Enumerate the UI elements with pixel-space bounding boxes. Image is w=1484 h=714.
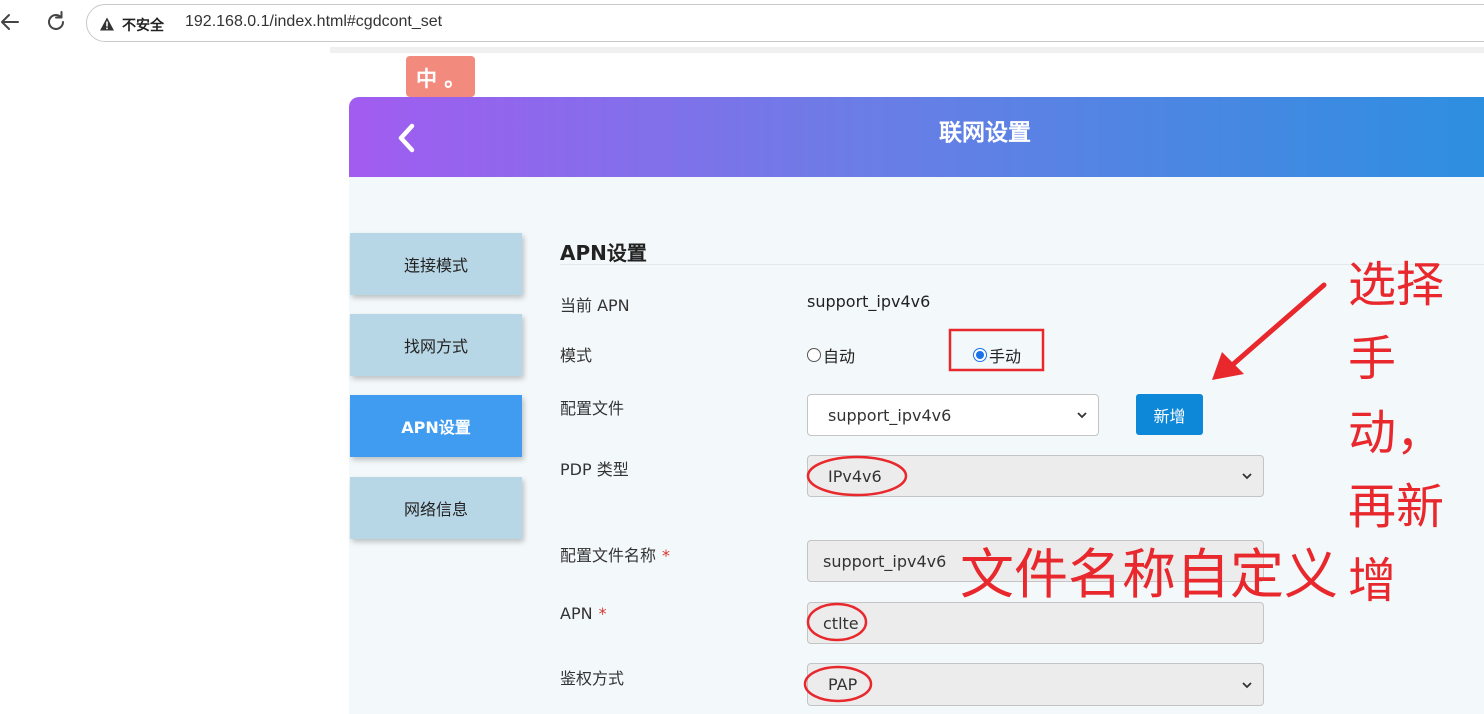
profile-name-input[interactable]: support_ipv4v6 <box>807 540 1264 582</box>
mode-label: 模式 <box>560 346 593 365</box>
section-title: APN设置 <box>560 241 647 265</box>
apn-input[interactable]: ctlte <box>807 602 1264 644</box>
current-apn-label: 当前 APN <box>560 296 630 315</box>
language-badge[interactable]: 中 。 <box>406 56 475 97</box>
page-top-strip <box>330 47 1484 53</box>
auth-value: PAP <box>828 675 858 694</box>
settings-content: 连接模式 找网方式 APN设置 网络信息 APN设置 当前 APN suppor… <box>349 177 1484 714</box>
insecure-label[interactable]: 不安全 <box>122 15 164 35</box>
browser-toolbar: 不安全 192.168.0.1/index.html#cgdcont_set <box>0 0 1484 46</box>
auth-label: 鉴权方式 <box>560 669 625 688</box>
sidebar-item-network-info[interactable]: 网络信息 <box>350 477 522 539</box>
required-mark: * <box>598 604 607 623</box>
address-bar[interactable]: 不安全 192.168.0.1/index.html#cgdcont_set <box>86 4 1484 42</box>
profile-label: 配置文件 <box>560 399 625 418</box>
pdp-type-label: PDP 类型 <box>560 460 629 479</box>
warning-icon <box>100 17 114 31</box>
back-arrow-icon[interactable] <box>0 8 24 36</box>
auth-select[interactable]: PAP <box>807 663 1264 706</box>
sidebar-item-network-search[interactable]: 找网方式 <box>350 314 522 376</box>
profile-name-value: support_ipv4v6 <box>823 551 947 571</box>
pdp-type-value: IPv4v6 <box>828 466 882 486</box>
page-header: 联网设置 <box>349 97 1484 177</box>
sidebar-item-apn-settings[interactable]: APN设置 <box>350 395 522 457</box>
apn-label-text: APN <box>560 604 593 623</box>
url-text[interactable]: 192.168.0.1/index.html#cgdcont_set <box>185 13 442 31</box>
sidebar-item-connection-mode[interactable]: 连接模式 <box>350 233 522 295</box>
mode-auto-radio[interactable]: 自动 <box>807 343 855 367</box>
add-profile-button[interactable]: 新增 <box>1136 394 1203 435</box>
apn-label: APN * <box>560 604 607 623</box>
reload-icon[interactable] <box>42 8 70 36</box>
profile-name-label: 配置文件名称 * <box>560 542 670 566</box>
chevron-down-icon <box>1077 412 1087 419</box>
mode-manual-label: 手动 <box>989 347 1022 366</box>
profile-name-label-text: 配置文件名称 <box>560 546 657 565</box>
required-mark: * <box>662 546 671 565</box>
pdp-type-select[interactable]: IPv4v6 <box>807 455 1264 497</box>
chevron-down-icon <box>1242 681 1252 688</box>
divider <box>560 264 1484 265</box>
current-apn-value: support_ipv4v6 <box>807 292 931 311</box>
apn-value: ctlte <box>823 613 859 633</box>
mode-manual-radio[interactable]: 手动 <box>973 343 1021 367</box>
profile-select[interactable]: support_ipv4v6 <box>807 394 1099 436</box>
chevron-down-icon <box>1242 473 1252 480</box>
radio-button-checked[interactable] <box>973 348 987 362</box>
mode-auto-label: 自动 <box>823 347 856 366</box>
page-title: 联网设置 <box>939 120 1031 146</box>
profile-select-value: support_ipv4v6 <box>828 405 952 425</box>
radio-button[interactable] <box>807 348 821 362</box>
